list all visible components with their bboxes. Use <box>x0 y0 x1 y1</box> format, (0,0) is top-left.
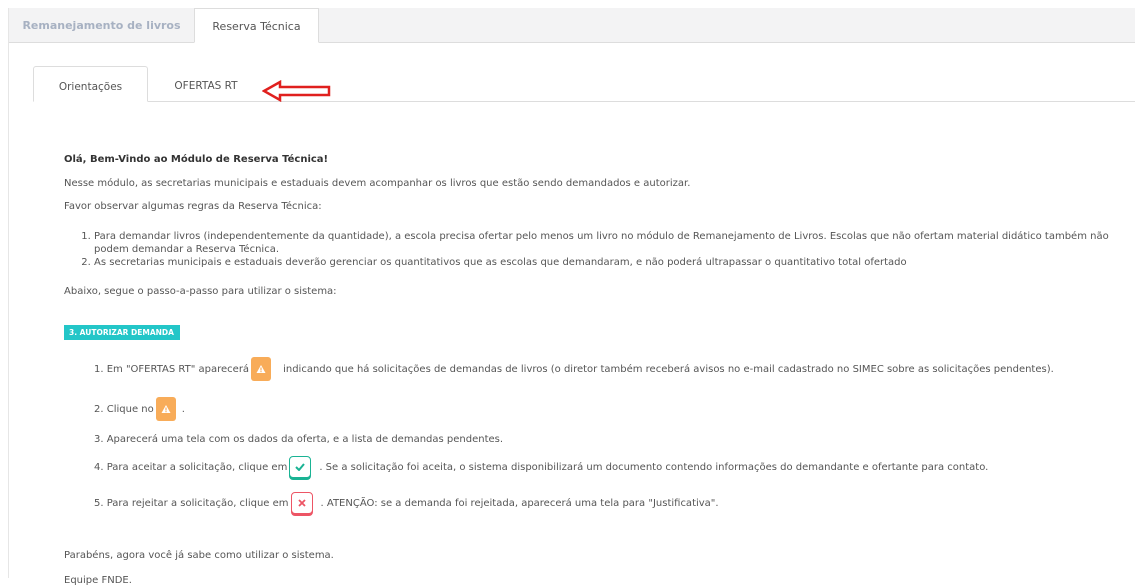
rule-item: Para demandar livros (independentemente … <box>94 230 1134 256</box>
step-text: . ATENÇÃO: se a demanda foi rejeitada, a… <box>320 497 719 509</box>
signature: Equipe FNDE. <box>64 575 132 586</box>
rules-list: Para demandar livros (independentemente … <box>64 230 1134 269</box>
step-text: 5. Para rejeitar a solicitação, clique e… <box>94 497 289 509</box>
step-text: 1. Em "OFERTAS RT" aparecerá <box>94 363 250 375</box>
tab-ofertas-rt[interactable]: OFERTAS RT <box>156 66 256 102</box>
step-text: indicando que há solicitações de demanda… <box>283 363 1054 375</box>
warning-icon <box>251 357 272 381</box>
welcome-heading: Olá, Bem-Vindo ao Módulo de Reserva Técn… <box>64 154 329 165</box>
congrats-text: Parabéns, agora você já sabe como utiliz… <box>64 550 334 561</box>
red-arrow-annotation <box>262 80 331 102</box>
step-3: 3. Aparecerá uma tela com os dados da of… <box>94 434 503 445</box>
step-text: 3. Aparecerá uma tela com os dados da of… <box>94 434 504 445</box>
step-text: 2. Clique no <box>94 403 154 415</box>
step-text: . <box>181 403 185 415</box>
check-icon <box>289 456 312 478</box>
status-badge: 3. AUTORIZAR DEMANDA <box>64 325 180 340</box>
step-5: 5. Para rejeitar a solicitação, clique e… <box>94 492 719 514</box>
rule-item: As secretarias municipais e estaduais de… <box>94 256 1134 269</box>
steps-intro: Abaixo, segue o passo-a-passo para utili… <box>64 286 337 297</box>
step-text: . Se a solicitação foi aceita, o sistema… <box>319 461 989 473</box>
main-panel: Remanejamento de livros Reserva Técnica … <box>8 8 1135 586</box>
step-4: 4. Para aceitar a solicitação, clique em… <box>94 456 988 478</box>
step-1: 1. Em "OFERTAS RT" aparecerá indicando q… <box>94 357 1054 381</box>
warning-icon <box>155 397 176 421</box>
close-icon <box>290 492 313 514</box>
intro-text: Nesse módulo, as secretarias municipais … <box>64 178 691 189</box>
tab-orientacoes[interactable]: Orientações <box>33 66 148 102</box>
rules-heading: Favor observar algumas regras da Reserva… <box>64 201 322 212</box>
top-tab-bar: Remanejamento de livros Reserva Técnica <box>9 8 1135 43</box>
tab-reserva-tecnica[interactable]: Reserva Técnica <box>194 8 319 43</box>
step-2: 2. Clique no . <box>94 397 185 421</box>
tab-remanejamento[interactable]: Remanejamento de livros <box>9 8 194 43</box>
step-text: 4. Para aceitar a solicitação, clique em <box>94 461 288 473</box>
